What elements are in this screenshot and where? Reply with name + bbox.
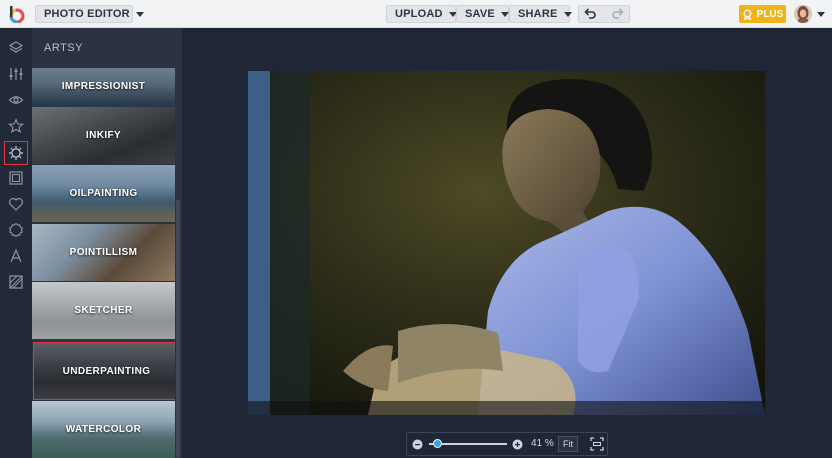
effect-label: WATERCOLOR [65,424,142,435]
panel-scrollbar[interactable] [176,200,180,458]
effect-label: OILPAINTING [69,188,138,199]
user-avatar[interactable] [794,5,812,23]
fit-button[interactable]: Fit [558,436,578,452]
fit-label: Fit [563,439,573,449]
zoom-in-icon[interactable] [512,439,523,450]
artsy-effects-icon[interactable] [4,141,28,165]
history-buttons [578,5,630,23]
chevron-down-icon [500,11,509,17]
plus-upgrade-button[interactable]: PLUS [739,5,786,23]
effect-label: IMPRESSIONIST [61,81,146,92]
photo-canvas[interactable] [248,71,765,415]
effect-pointillism[interactable]: POINTILLISM [32,224,175,281]
app-menu-dropdown[interactable]: PHOTO EDITOR [35,5,144,23]
effect-label: POINTILLISM [69,247,138,258]
effect-label: SKETCHER [74,305,133,316]
undo-icon[interactable] [583,7,597,21]
chevron-down-icon [135,11,144,17]
badge-icon[interactable] [7,221,25,239]
upload-label: UPLOAD [395,8,443,20]
befunky-logo-icon[interactable] [7,5,25,23]
sliders-icon[interactable] [7,65,25,83]
zoom-out-icon[interactable] [412,439,423,450]
effects-panel: ARTSY IMPRESSIONIST INKIFY OILPAINTING P… [32,28,182,458]
share-label: SHARE [518,8,558,20]
effect-label: INKIFY [85,130,122,141]
plus-label: PLUS [756,8,784,20]
share-button[interactable]: SHARE [509,5,572,23]
top-bar: PHOTO EDITOR UPLOAD SAVE SHARE PLUS [0,0,832,28]
frame-icon[interactable] [7,169,25,187]
effect-oilpainting[interactable]: OILPAINTING [32,165,175,222]
zoom-percent: 41 % [531,438,554,449]
text-icon[interactable] [7,247,25,265]
zoom-slider-handle[interactable] [433,439,442,448]
effect-inkify[interactable]: INKIFY [32,107,175,164]
redo-icon[interactable] [611,7,625,21]
zoom-toolbar: 41 % Fit [406,432,608,456]
upload-button[interactable]: UPLOAD [386,5,457,23]
texture-icon[interactable] [7,273,25,291]
panel-title: ARTSY [44,42,83,54]
fullscreen-icon[interactable] [590,437,604,451]
app-menu-label: PHOTO EDITOR [44,8,130,20]
chevron-down-icon[interactable] [817,12,825,17]
save-button[interactable]: SAVE [456,5,509,23]
tool-rail [0,28,32,458]
eye-icon[interactable] [7,91,25,109]
plus-badge-icon [743,9,752,20]
effect-label: UNDERPAINTING [62,365,151,377]
avatar-image [794,5,812,23]
save-label: SAVE [465,8,495,20]
heart-icon[interactable] [7,195,25,213]
effects-list: IMPRESSIONIST INKIFY OILPAINTING POINTIL… [32,68,175,458]
star-icon[interactable] [7,117,25,135]
effect-underpainting[interactable]: UNDERPAINTING [33,342,175,400]
effect-watercolor[interactable]: WATERCOLOR [32,401,175,458]
layers-icon[interactable] [7,39,25,57]
effect-sketcher[interactable]: SKETCHER [32,282,175,339]
edited-photo-image [248,71,765,415]
chevron-down-icon [563,11,572,17]
